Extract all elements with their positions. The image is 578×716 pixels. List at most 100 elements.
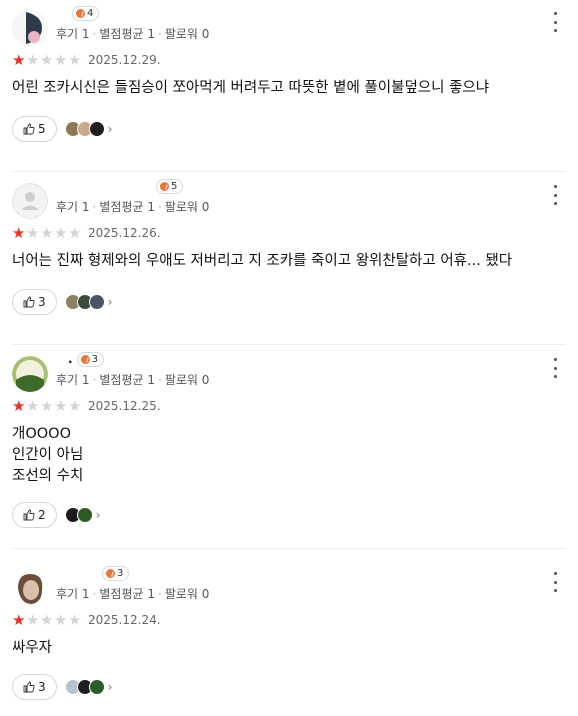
likers-list[interactable]: › — [64, 121, 113, 137]
liker-avatar — [76, 507, 93, 523]
star-empty-icon: ★ — [68, 50, 82, 69]
avatar[interactable] — [12, 183, 48, 219]
review-item: 5 후기 1 · 별점평균 1 · 팔로워 0 ★ ★ ★ ★ ★ 2025.12.26. 너어… — [12, 173, 566, 345]
level-icon — [80, 354, 90, 364]
review-text-line: 어린 조카시신은 들짐승이 쪼아먹게 버려두고 따뜻한 볕에 풀이불덮으니 좋으… — [12, 80, 490, 96]
review-count: 후기 1 — [56, 27, 90, 41]
level-badge: 4 — [72, 5, 100, 21]
rating-row: ★ ★ ★ ★ ★ 2025.12.24. — [12, 612, 161, 628]
more-options-icon[interactable] — [550, 185, 560, 205]
follower-count: 팔로워 0 — [164, 27, 210, 41]
like-count: 3 — [38, 680, 46, 694]
star-empty-icon: ★ — [26, 50, 40, 69]
review-date: 2025.12.26. — [88, 226, 161, 240]
like-count: 3 — [38, 295, 46, 309]
like-button[interactable]: 2 — [12, 502, 57, 528]
likers-list[interactable]: › — [64, 679, 113, 695]
level-icon — [160, 181, 169, 191]
level-badge: 5 — [156, 178, 184, 194]
star-filled-icon: ★ — [12, 223, 26, 242]
star-rating: ★ ★ ★ ★ ★ — [12, 223, 82, 242]
level-badge: 3 — [102, 565, 130, 581]
star-empty-icon: ★ — [54, 223, 68, 242]
star-empty-icon: ★ — [26, 610, 40, 629]
star-rating: ★ ★ ★ ★ ★ — [12, 396, 82, 415]
liker-avatar — [88, 294, 105, 310]
star-empty-icon: ★ — [68, 610, 82, 629]
like-button[interactable]: 3 — [12, 289, 57, 315]
like-button[interactable]: 3 — [12, 674, 57, 700]
reviewer-stats: 후기 1 · 별점평균 1 · 팔로워 0 — [56, 587, 210, 601]
chevron-right-icon: › — [95, 508, 101, 522]
star-filled-icon: ★ — [12, 50, 26, 69]
star-empty-icon: ★ — [54, 610, 68, 629]
reviewer-stats: 후기 1 · 별점평균 1 · 팔로워 0 — [56, 27, 210, 41]
rating-row: ★ ★ ★ ★ ★ 2025.12.25. — [12, 398, 161, 414]
rating-average: 별점평균 1 — [99, 200, 155, 214]
level-icon — [76, 8, 85, 18]
chevron-right-icon: › — [107, 122, 113, 136]
liker-avatar — [88, 121, 105, 137]
thumbs-up-icon — [23, 509, 35, 521]
level-badge: 3 — [76, 351, 104, 367]
review-date: 2025.12.29. — [88, 53, 161, 67]
review-text: 싸우자 — [12, 638, 52, 659]
chevron-right-icon: › — [107, 680, 113, 694]
liker-avatar — [88, 679, 105, 695]
follower-count: 팔로워 0 — [164, 200, 210, 214]
star-empty-icon: ★ — [40, 223, 54, 242]
review-count: 후기 1 — [56, 373, 90, 387]
like-count: 2 — [38, 508, 46, 522]
like-button[interactable]: 5 — [12, 116, 57, 142]
star-empty-icon: ★ — [54, 396, 68, 415]
star-rating: ★ ★ ★ ★ ★ — [12, 50, 82, 69]
star-empty-icon: ★ — [40, 610, 54, 629]
review-text: 너어는 진짜 형제와의 우애도 저버리고 지 조카를 죽이고 왕위찬탈하고 어휴… — [12, 251, 512, 272]
star-empty-icon: ★ — [68, 396, 82, 415]
chevron-right-icon: › — [107, 295, 113, 309]
likers-list[interactable]: › — [64, 294, 113, 310]
thumbs-up-icon — [23, 296, 35, 308]
more-options-icon[interactable] — [550, 12, 560, 32]
review-date: 2025.12.24. — [88, 613, 161, 627]
level-icon — [106, 568, 115, 578]
like-count: 5 — [38, 122, 46, 136]
avatar[interactable] — [12, 570, 48, 606]
rating-row: ★ ★ ★ ★ ★ 2025.12.26. — [12, 225, 161, 241]
reviewer-stats: 후기 1 · 별점평균 1 · 팔로워 0 — [56, 200, 210, 214]
level-value: 3 — [117, 567, 124, 579]
star-rating: ★ ★ ★ ★ ★ — [12, 610, 82, 629]
rating-average: 별점평균 1 — [99, 27, 155, 41]
level-value: 4 — [87, 7, 94, 19]
star-empty-icon: ★ — [68, 223, 82, 242]
level-value: 5 — [171, 180, 178, 192]
rating-average: 별점평균 1 — [99, 373, 155, 387]
more-options-icon[interactable] — [550, 358, 560, 378]
avatar[interactable] — [12, 356, 48, 392]
review-text: 개OOOO 인간이 아님 조선의 수치 — [12, 424, 83, 487]
review-text-line: 싸우자 — [12, 640, 53, 656]
review-text-line: 인간이 아님 — [12, 447, 84, 463]
review-item: 3 후기 1 · 별점평균 1 · 팔로워 0 ★ ★ ★ ★ ★ 2025.12.24. 싸우… — [12, 560, 566, 716]
review-text: 어린 조카시신은 들짐승이 쪼아먹게 버려두고 따뜻한 볕에 풀이불덮으니 좋으… — [12, 78, 489, 99]
likers-list[interactable]: › — [64, 507, 101, 523]
reviewer-name[interactable]: . — [68, 352, 73, 366]
level-value: 3 — [91, 353, 98, 365]
review-text-line: 너어는 진짜 형제와의 우애도 저버리고 지 조카를 죽이고 왕위찬탈하고 어휴… — [12, 253, 513, 269]
more-options-icon[interactable] — [550, 572, 560, 592]
thumbs-up-icon — [23, 123, 35, 135]
review-count: 후기 1 — [56, 200, 90, 214]
star-empty-icon: ★ — [54, 50, 68, 69]
rating-average: 별점평균 1 — [99, 587, 155, 601]
thumbs-up-icon — [23, 681, 35, 693]
review-item: . 3 후기 1 · 별점평균 1 · 팔로워 0 ★ ★ ★ ★ ★ 2025.12.25. … — [12, 346, 566, 549]
avatar[interactable] — [12, 10, 48, 46]
reviewer-stats: 후기 1 · 별점평균 1 · 팔로워 0 — [56, 373, 210, 387]
review-count: 후기 1 — [56, 587, 90, 601]
star-empty-icon: ★ — [26, 223, 40, 242]
star-empty-icon: ★ — [40, 50, 54, 69]
star-filled-icon: ★ — [12, 610, 26, 629]
follower-count: 팔로워 0 — [164, 373, 210, 387]
review-text-line: 개OOOO — [12, 426, 71, 442]
rating-row: ★ ★ ★ ★ ★ 2025.12.29. — [12, 52, 161, 68]
